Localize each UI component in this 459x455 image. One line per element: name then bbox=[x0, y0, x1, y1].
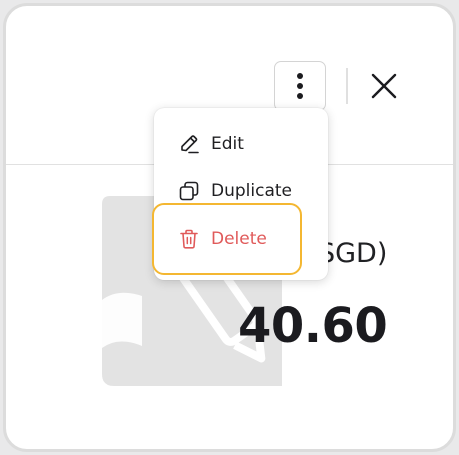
header-separator bbox=[346, 68, 348, 104]
more-vertical-icon bbox=[297, 73, 303, 99]
trash-icon bbox=[178, 228, 200, 250]
close-icon bbox=[371, 73, 397, 99]
amount-currency-label: SGD) bbox=[318, 238, 388, 269]
menu-item-label: Duplicate bbox=[211, 181, 292, 201]
menu-item-delete[interactable]: Delete bbox=[154, 217, 328, 261]
detail-card: SGD) 40.60 Edit Duplicate Delete bbox=[3, 3, 456, 452]
amount-value: 40.60 bbox=[238, 298, 388, 354]
menu-item-label: Edit bbox=[211, 134, 244, 154]
menu-item-duplicate[interactable]: Duplicate bbox=[154, 169, 328, 213]
options-menu: Edit Duplicate Delete bbox=[154, 108, 328, 280]
menu-item-label: Delete bbox=[211, 229, 267, 249]
close-button[interactable] bbox=[366, 68, 402, 104]
more-options-button[interactable] bbox=[274, 61, 326, 111]
copy-icon bbox=[178, 180, 200, 202]
pencil-icon bbox=[178, 133, 200, 155]
menu-item-edit[interactable]: Edit bbox=[154, 122, 328, 166]
